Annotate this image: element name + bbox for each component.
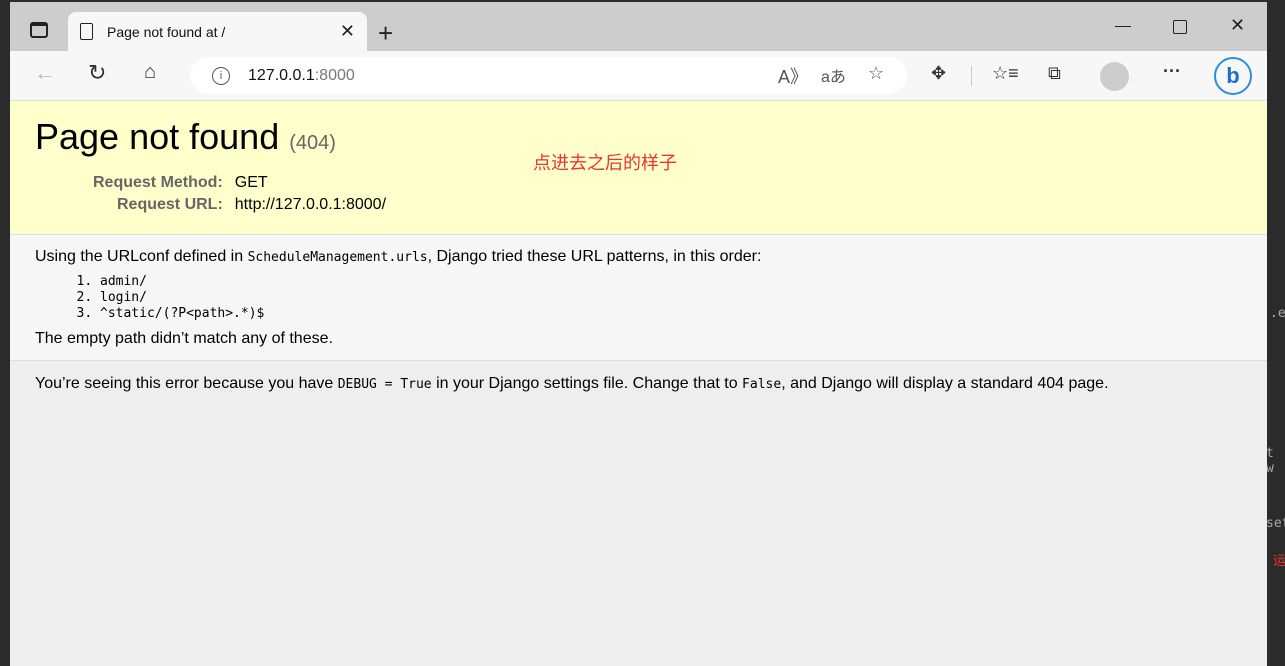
browser-window: Page not found at / ✕ + ✕ ← ↻ ⌂ i 127.0.… bbox=[10, 2, 1267, 666]
list-item: ^static/(?P<path>.*)$ bbox=[100, 306, 1242, 322]
annotation-text: 点进去之后的样子 bbox=[533, 153, 677, 173]
favorites-icon[interactable]: ☆≡ bbox=[992, 63, 1019, 84]
info-icon[interactable]: i bbox=[212, 66, 230, 85]
close-window-icon[interactable]: ✕ bbox=[1230, 15, 1245, 36]
maximize-icon[interactable] bbox=[1173, 20, 1187, 34]
list-item: admin/ bbox=[100, 274, 1242, 290]
tab-active[interactable]: Page not found at / ✕ bbox=[68, 12, 367, 51]
translate-icon[interactable]: aあ bbox=[821, 63, 846, 87]
divider bbox=[971, 66, 972, 86]
editor-text: t w bbox=[1266, 446, 1274, 476]
minimize-icon[interactable] bbox=[1115, 26, 1131, 27]
profile-avatar[interactable] bbox=[1100, 62, 1129, 91]
tab-title: Page not found at / bbox=[107, 23, 226, 40]
extensions-icon[interactable]: ✥ bbox=[931, 63, 946, 84]
status-code: (404) bbox=[289, 132, 336, 154]
error-summary: Page not found (404) 点进去之后的样子 Request Me… bbox=[10, 101, 1267, 235]
request-meta: Request Method: GET Request URL: http://12… bbox=[93, 174, 387, 213]
new-tab-icon[interactable]: + bbox=[378, 18, 393, 49]
editor-text: 运 bbox=[1273, 554, 1285, 569]
url-patterns-info: Using the URLconf defined in ScheduleMan… bbox=[10, 235, 1267, 361]
back-icon[interactable]: ← bbox=[34, 60, 56, 86]
no-match-text: The empty path didn’t match any of these… bbox=[35, 330, 333, 347]
url-text: 127.0.0.1:8000 bbox=[248, 66, 355, 84]
read-aloud-icon[interactable]: A》 bbox=[778, 63, 808, 89]
explanation: You’re seeing this error because you hav… bbox=[35, 375, 1109, 392]
pattern-list: admin/ login/ ^static/(?P<path>.*)$ bbox=[100, 274, 1242, 322]
editor-text: set bbox=[1266, 516, 1285, 531]
close-tab-icon[interactable]: ✕ bbox=[340, 21, 355, 42]
toolbar: ← ↻ ⌂ i 127.0.0.1:8000 A》 aあ ☆ ✥ ☆≡ ⧉ ··… bbox=[10, 51, 1267, 101]
more-icon[interactable]: ··· bbox=[1163, 61, 1181, 82]
tab-bar: Page not found at / ✕ + ✕ bbox=[10, 2, 1267, 51]
collections-icon[interactable]: ⧉ bbox=[1048, 63, 1061, 84]
list-item: login/ bbox=[100, 290, 1242, 306]
editor-text: .ex bbox=[1270, 306, 1285, 321]
bing-icon[interactable]: b bbox=[1214, 57, 1252, 95]
refresh-icon[interactable]: ↻ bbox=[88, 60, 106, 86]
home-icon[interactable]: ⌂ bbox=[144, 61, 156, 84]
tab-actions-icon[interactable] bbox=[30, 22, 48, 38]
add-favorite-icon[interactable]: ☆ bbox=[868, 63, 884, 84]
page-icon bbox=[80, 23, 93, 40]
